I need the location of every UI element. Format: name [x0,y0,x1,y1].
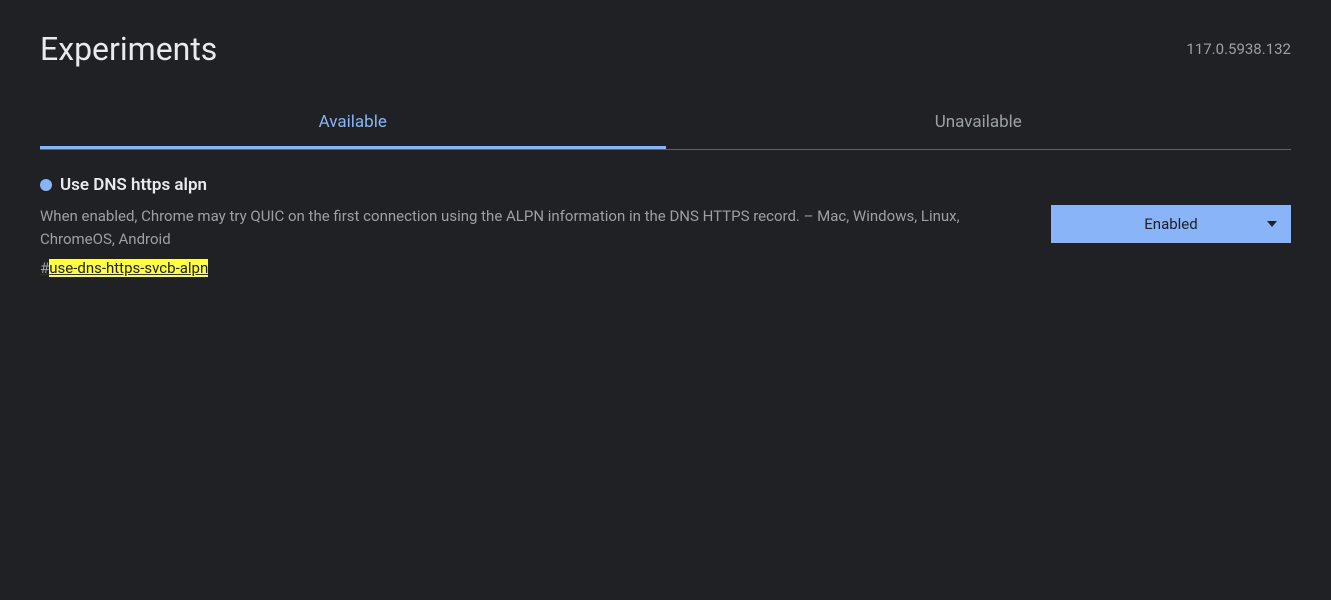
tabs: Available Unavailable [40,98,1291,150]
tab-unavailable[interactable]: Unavailable [666,98,1292,149]
flag-status-dropdown[interactable]: Enabled [1051,205,1291,243]
flag-description: When enabled, Chrome may try QUIC on the… [40,205,990,250]
flag-title: Use DNS https alpn [60,175,207,195]
page-title: Experiments [40,30,217,68]
flag-anchor-hash: # [40,259,49,277]
status-dot-icon [40,179,52,191]
flag-anchor-link[interactable]: #use-dns-https-svcb-alpn [40,259,208,277]
dropdown-selected-value: Enabled [1069,215,1273,233]
header: Experiments 117.0.5938.132 [40,30,1291,68]
flag-anchor-text: use-dns-https-svcb-alpn [49,259,208,277]
tab-available[interactable]: Available [40,98,666,149]
chevron-down-icon [1267,221,1277,227]
flag-content: Use DNS https alpn When enabled, Chrome … [40,175,1021,277]
flag-title-row: Use DNS https alpn [40,175,1021,195]
flag-item: Use DNS https alpn When enabled, Chrome … [40,175,1291,277]
version-label: 117.0.5938.132 [1186,40,1291,58]
